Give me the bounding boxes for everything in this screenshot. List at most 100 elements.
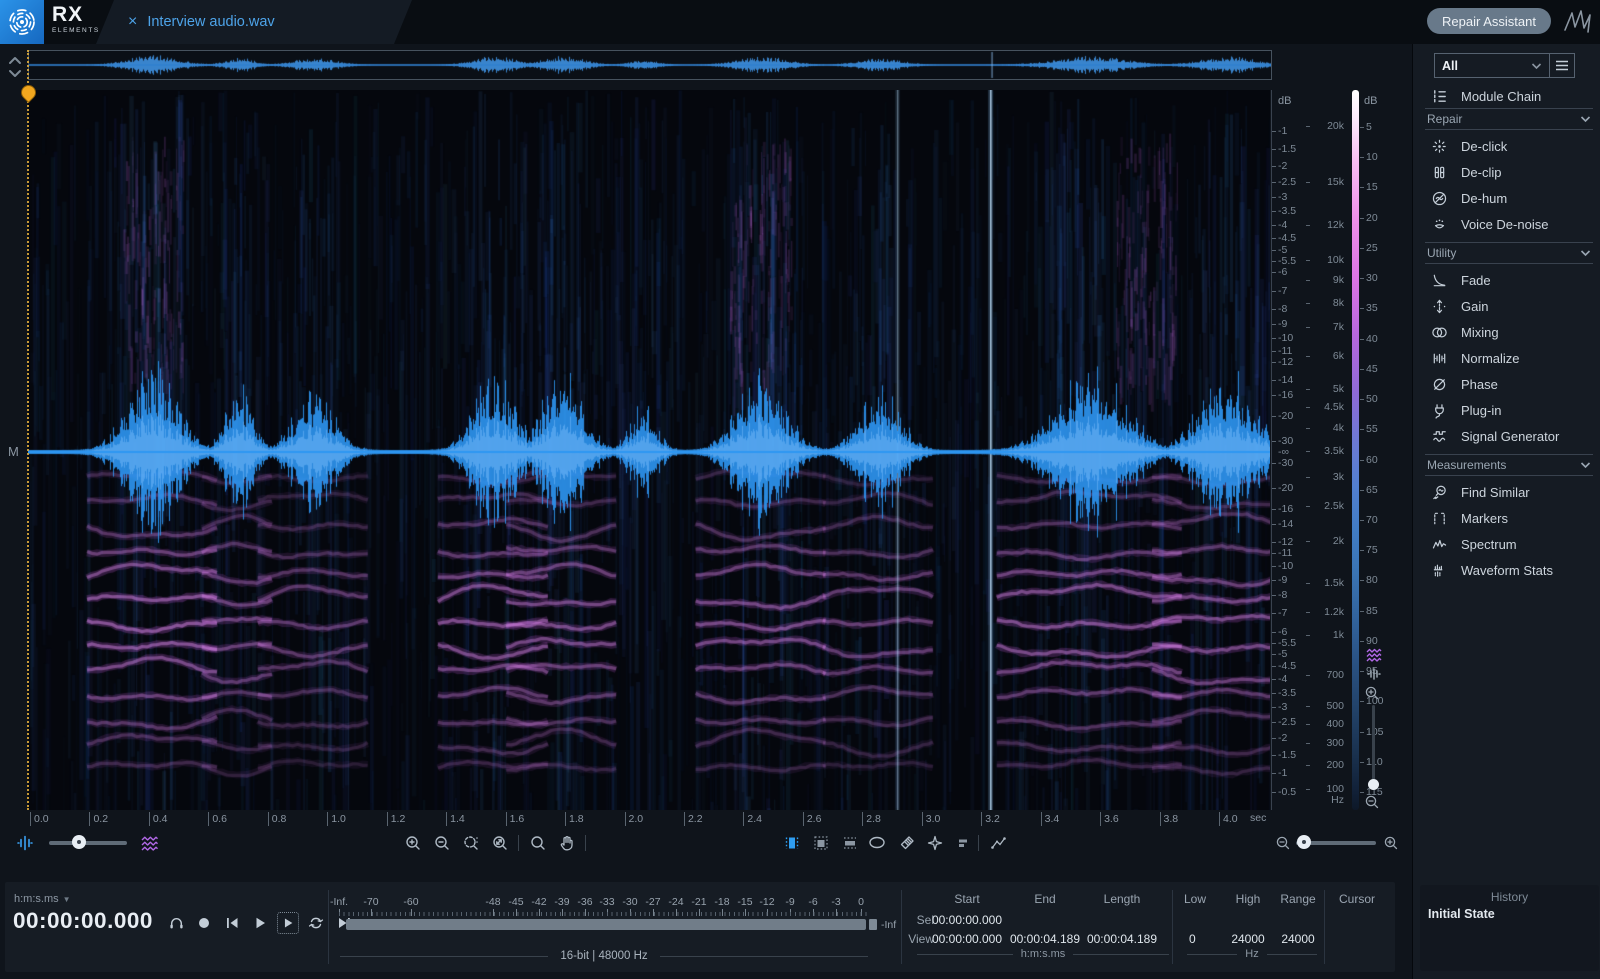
time-frequency-selection-tool-button[interactable] bbox=[810, 832, 832, 854]
playhead-time-display[interactable]: 00:00:00.000 bbox=[13, 908, 153, 934]
time-selection-tool-button[interactable] bbox=[781, 832, 803, 854]
scale-label: 65 bbox=[1366, 484, 1378, 496]
zoom-to-selection-button[interactable] bbox=[460, 832, 482, 854]
scale-tick bbox=[1360, 127, 1364, 128]
overview-expand-control[interactable] bbox=[5, 53, 25, 81]
scale-label: 80 bbox=[1366, 574, 1378, 586]
scale-tick bbox=[1272, 250, 1276, 251]
sidebar-item-de-click[interactable]: De-click bbox=[1431, 136, 1507, 156]
brush-selection-tool-button[interactable] bbox=[896, 832, 918, 854]
level-meter-bar[interactable] bbox=[346, 919, 866, 930]
brand-subtitle: ELEMENTS bbox=[52, 27, 100, 34]
scale-tick bbox=[1272, 463, 1276, 464]
hand-tool-button[interactable] bbox=[556, 832, 578, 854]
col-range: Range bbox=[1280, 892, 1315, 906]
col-end: End bbox=[1034, 892, 1055, 906]
sidebar-item-plug-in[interactable]: Plug-in bbox=[1431, 400, 1501, 420]
section-header-measurements[interactable]: Measurements bbox=[1425, 454, 1593, 476]
lasso-selection-tool-button[interactable] bbox=[866, 832, 888, 854]
sidebar-item-module-chain[interactable]: Module Chain bbox=[1431, 86, 1541, 106]
h-zoom-slider-knob[interactable] bbox=[1297, 835, 1311, 849]
vertical-zoom-slider[interactable] bbox=[1372, 705, 1375, 783]
play-button[interactable] bbox=[249, 912, 271, 934]
history-item[interactable]: Initial State bbox=[1420, 904, 1599, 921]
chevron-down-icon bbox=[1580, 115, 1591, 123]
freq-high-value: 24000 bbox=[1231, 932, 1264, 946]
scale-label: -30 bbox=[1278, 435, 1293, 447]
scale-label: -3.5 bbox=[1278, 687, 1296, 699]
module-chain-icon bbox=[1431, 88, 1448, 105]
scale-tick bbox=[1272, 211, 1276, 212]
sidebar-item-gain[interactable]: Gain bbox=[1431, 296, 1488, 316]
vertical-zoom-out-icon[interactable] bbox=[1364, 794, 1380, 810]
section-header-utility[interactable]: Utility bbox=[1425, 242, 1593, 264]
zoom-out-button[interactable] bbox=[431, 832, 453, 854]
adjacent-bands-tool-button[interactable] bbox=[952, 832, 974, 854]
scale-tick bbox=[1360, 762, 1364, 763]
scale-tick bbox=[1360, 490, 1364, 491]
h-zoom-out-button[interactable] bbox=[1272, 832, 1294, 854]
frequency-selection-tool-button[interactable] bbox=[839, 832, 861, 854]
scale-tick bbox=[1272, 309, 1276, 310]
module-filter-select[interactable]: All bbox=[1435, 54, 1550, 77]
scale-label: -5 bbox=[1278, 244, 1287, 256]
zoom-fit-button[interactable] bbox=[489, 832, 511, 854]
record-button[interactable] bbox=[193, 912, 215, 934]
scale-label: 3k bbox=[1310, 471, 1344, 483]
sidebar-item-mixing[interactable]: Mixing bbox=[1431, 322, 1499, 342]
return-to-start-button[interactable] bbox=[221, 912, 243, 934]
sidebar-item-fade[interactable]: Fade bbox=[1431, 270, 1491, 290]
sidebar-item-markers[interactable]: Markers bbox=[1431, 508, 1508, 528]
channel-mono-label[interactable]: M bbox=[8, 444, 19, 459]
sidebar-item-phase[interactable]: Phase bbox=[1431, 374, 1498, 394]
waveform-view-icon[interactable] bbox=[1366, 667, 1382, 681]
scale-unit-header: dB bbox=[1278, 95, 1291, 107]
ruler-tick-label: 2.0 bbox=[625, 812, 644, 826]
sidebar-item-waveform-stats[interactable]: Waveform Stats bbox=[1431, 560, 1553, 580]
declip-icon bbox=[1431, 164, 1448, 181]
repair-assistant-button[interactable]: Repair Assistant bbox=[1427, 8, 1551, 34]
loop-playback-button[interactable] bbox=[305, 912, 327, 934]
scale-label: 50 bbox=[1366, 393, 1378, 405]
magnify-tool-button[interactable] bbox=[527, 832, 549, 854]
ruler-tick-label: 2.4 bbox=[743, 812, 762, 826]
time-format-selector[interactable]: h:m:s.ms▼ bbox=[14, 893, 71, 905]
spectrogram-display-button[interactable] bbox=[138, 832, 160, 854]
meter-clip-indicator[interactable] bbox=[869, 919, 877, 930]
scale-label: Hz bbox=[1310, 794, 1344, 806]
scale-label: -4 bbox=[1278, 673, 1287, 685]
tab-close-icon[interactable]: × bbox=[128, 14, 137, 30]
scale-tick bbox=[1360, 429, 1364, 430]
tab-interview-audio[interactable]: × Interview audio.wav bbox=[96, 0, 412, 44]
scale-tick bbox=[1272, 693, 1276, 694]
section-header-repair[interactable]: Repair bbox=[1425, 108, 1593, 130]
waveform-display-button[interactable] bbox=[14, 832, 36, 854]
sidebar-item-de-clip[interactable]: De-clip bbox=[1431, 162, 1501, 182]
ruler-tick-label: 1.6 bbox=[506, 812, 525, 826]
vertical-zoom-in-icon[interactable] bbox=[1364, 685, 1380, 701]
scale-label: 8k bbox=[1310, 297, 1344, 309]
hamburger-icon bbox=[1555, 60, 1569, 71]
vertical-zoom-slider-knob[interactable] bbox=[1368, 779, 1379, 790]
sidebar-item-normalize[interactable]: Normalize bbox=[1431, 348, 1520, 368]
magic-wand-tool-button[interactable] bbox=[924, 832, 946, 854]
spectrogram-editor[interactable] bbox=[28, 90, 1270, 810]
monitor-button[interactable] bbox=[165, 912, 187, 934]
zoom-in-button[interactable] bbox=[402, 832, 424, 854]
scale-label: -30 bbox=[1278, 457, 1293, 469]
scale-label: -2 bbox=[1278, 732, 1287, 744]
sidebar-item-spectrum[interactable]: Spectrum bbox=[1431, 534, 1517, 554]
sidebar-item-find-similar[interactable]: Find Similar bbox=[1431, 482, 1530, 502]
display-blend-slider[interactable] bbox=[49, 841, 127, 845]
h-zoom-in-button[interactable] bbox=[1380, 832, 1402, 854]
play-selection-button[interactable] bbox=[277, 912, 299, 934]
module-list-menu-button[interactable] bbox=[1550, 54, 1574, 77]
sidebar-item-de-hum[interactable]: De-hum bbox=[1431, 188, 1507, 208]
meter-scale-label: -12 bbox=[759, 896, 774, 908]
instant-process-tool-button[interactable] bbox=[988, 832, 1010, 854]
overview-waveform[interactable] bbox=[28, 50, 1272, 80]
sidebar-item-voice-de-noise[interactable]: Voice De-noise bbox=[1431, 214, 1548, 234]
spectrogram-view-icon[interactable] bbox=[1366, 648, 1382, 662]
display-blend-slider-knob[interactable] bbox=[72, 835, 86, 849]
sidebar-item-signal-generator[interactable]: Signal Generator bbox=[1431, 426, 1559, 446]
